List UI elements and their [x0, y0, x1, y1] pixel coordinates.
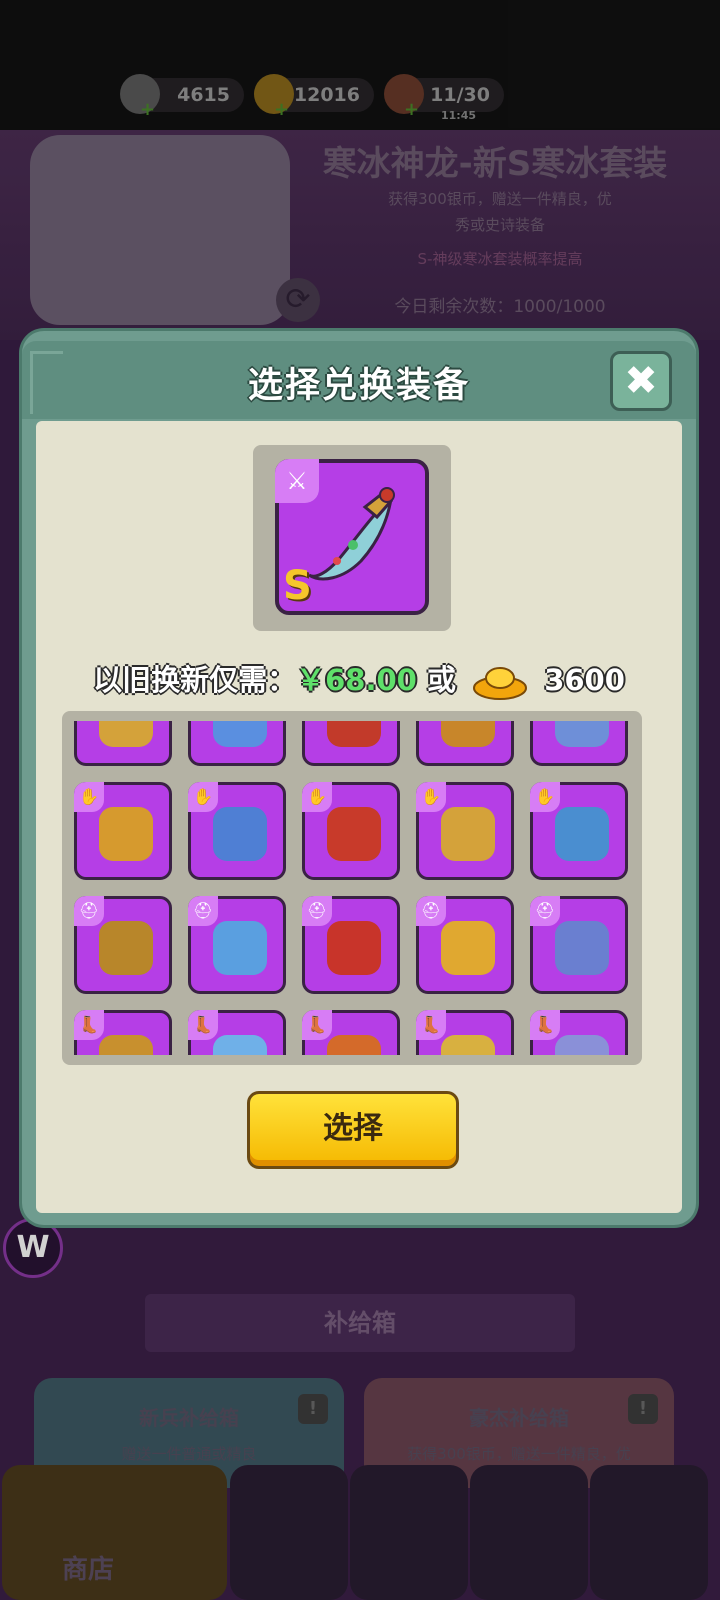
boot-icon: 👢 — [302, 1010, 332, 1040]
close-button[interactable]: ✖ — [610, 351, 672, 411]
helmet-icon: ⛑ — [74, 896, 104, 926]
equipment-grid-frame: ✋ ✋ ✋ ✋ ✋ ✋ ✋ ✋ ✋ ✋ ⛑ ⛑ ⛑ ⛑ ⛑ 👢 👢 👢 👢 👢 — [62, 711, 642, 1065]
price-or: 或 — [426, 663, 456, 697]
glove-icon: ✋ — [188, 782, 218, 812]
equipment-art — [99, 721, 153, 747]
equipment-art — [555, 807, 609, 861]
exchange-dialog: 选择兑换装备 ✖ ⚔ S 以旧换新仅需：￥68.00 或 3600 ✋ ✋ ✋ … — [22, 331, 696, 1225]
equipment-item-glove[interactable]: ✋ — [416, 782, 514, 880]
equipment-item-helmet[interactable]: ⛑ — [74, 896, 172, 994]
price-gold: 3600 — [544, 663, 625, 697]
equipment-item-helmet[interactable]: ⛑ — [302, 896, 400, 994]
equipment-art — [327, 1035, 381, 1055]
select-button[interactable]: 选择 — [247, 1091, 459, 1169]
equipment-art — [441, 807, 495, 861]
equipment-art — [99, 807, 153, 861]
gold-ingot-icon — [473, 667, 528, 700]
glove-icon: ✋ — [416, 782, 446, 812]
equipment-item-boots[interactable]: 👢 — [416, 1010, 514, 1055]
price-money: ￥68.00 — [296, 663, 417, 697]
equipment-item-glove[interactable]: ✋ — [74, 782, 172, 880]
equipment-grid: ✋ ✋ ✋ ✋ ✋ ✋ ✋ ✋ ✋ ✋ ⛑ ⛑ ⛑ ⛑ ⛑ 👢 👢 👢 👢 👢 — [74, 721, 628, 1055]
selected-equipment-card: ⚔ S — [275, 459, 429, 615]
equipment-item-helmet[interactable]: ⛑ — [530, 896, 628, 994]
equipment-scroll-area[interactable]: ✋ ✋ ✋ ✋ ✋ ✋ ✋ ✋ ✋ ✋ ⛑ ⛑ ⛑ ⛑ ⛑ 👢 👢 👢 👢 👢 — [62, 721, 642, 1055]
equipment-item-boots[interactable]: 👢 — [188, 1010, 286, 1055]
equipment-art — [441, 921, 495, 975]
equipment-art — [327, 721, 381, 747]
equipment-art — [441, 721, 495, 747]
equipment-item-partial-top[interactable]: ✋ — [74, 721, 172, 766]
equipment-art — [555, 921, 609, 975]
helmet-icon: ⛑ — [188, 896, 218, 926]
helmet-icon: ⛑ — [530, 896, 560, 926]
equipment-item-helmet[interactable]: ⛑ — [188, 896, 286, 994]
price-prefix: 以旧换新仅需： — [93, 663, 297, 697]
helmet-icon: ⛑ — [302, 896, 332, 926]
equipment-item-boots[interactable]: 👢 — [530, 1010, 628, 1055]
equipment-art — [327, 921, 381, 975]
equipment-art — [213, 721, 267, 747]
boot-icon: 👢 — [530, 1010, 560, 1040]
equipment-item-partial-top[interactable]: ✋ — [302, 721, 400, 766]
equipment-item-boots[interactable]: 👢 — [302, 1010, 400, 1055]
equipment-art — [555, 1035, 609, 1055]
boot-icon: 👢 — [74, 1010, 104, 1040]
equipment-item-partial-top[interactable]: ✋ — [530, 721, 628, 766]
equipment-art — [99, 1035, 153, 1055]
preview-frame: ⚔ S — [253, 445, 451, 631]
equipment-art — [213, 921, 267, 975]
price-line: 以旧换新仅需：￥68.00 或 3600 — [36, 657, 682, 700]
dialog-title: 选择兑换装备 — [247, 366, 470, 406]
equipment-item-partial-top[interactable]: ✋ — [188, 721, 286, 766]
glove-icon: ✋ — [74, 782, 104, 812]
equipment-item-glove[interactable]: ✋ — [530, 782, 628, 880]
glove-icon: ✋ — [302, 782, 332, 812]
equipment-art — [327, 807, 381, 861]
glove-icon: ✋ — [530, 782, 560, 812]
boot-icon: 👢 — [416, 1010, 446, 1040]
helmet-icon: ⛑ — [416, 896, 446, 926]
equipment-item-boots[interactable]: 👢 — [74, 1010, 172, 1055]
boot-icon: 👢 — [188, 1010, 218, 1040]
equipment-art — [99, 921, 153, 975]
equipment-item-partial-top[interactable]: ✋ — [416, 721, 514, 766]
equipment-art — [555, 721, 609, 747]
equipment-item-glove[interactable]: ✋ — [188, 782, 286, 880]
grade-badge: S — [283, 563, 312, 609]
equipment-art — [213, 1035, 267, 1055]
equipment-item-glove[interactable]: ✋ — [302, 782, 400, 880]
equipment-art — [441, 1035, 495, 1055]
dialog-body: ⚔ S 以旧换新仅需：￥68.00 或 3600 ✋ ✋ ✋ ✋ ✋ ⛑ ⛑ ⛑… — [36, 421, 682, 1213]
equipment-art — [213, 807, 267, 861]
equipment-item-helmet[interactable]: ⛑ — [416, 896, 514, 994]
